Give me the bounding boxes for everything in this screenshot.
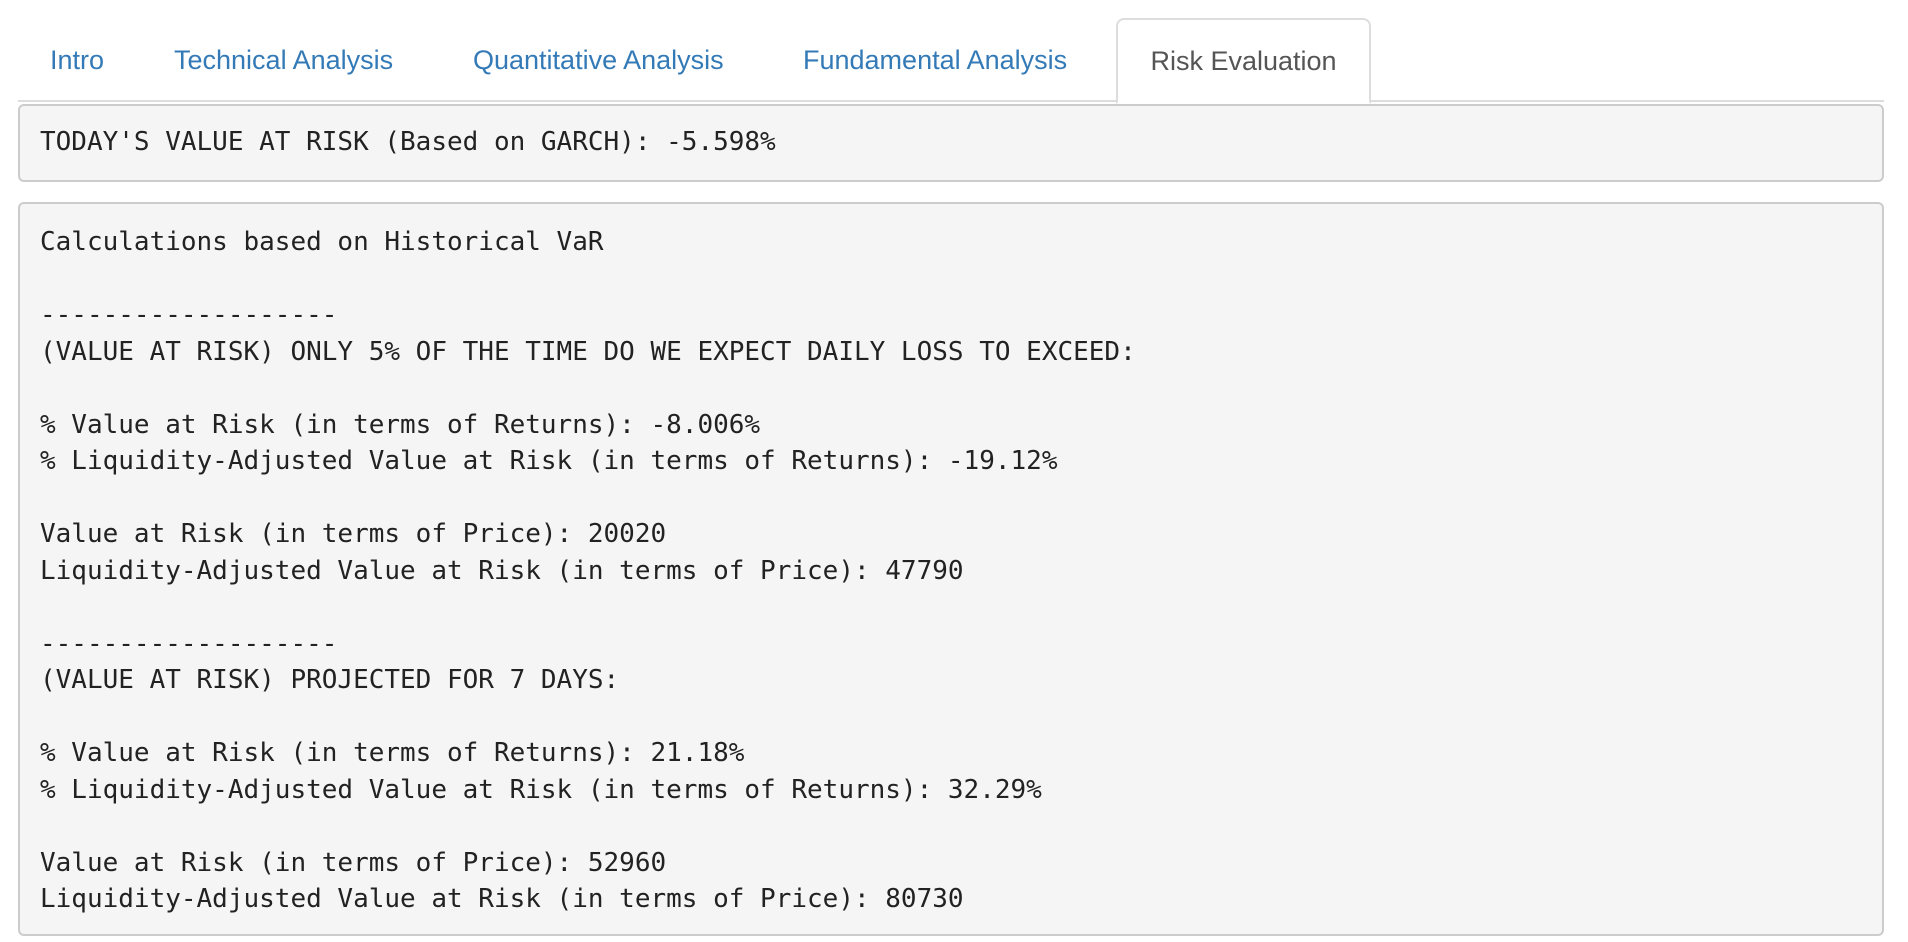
tab-risk-evaluation[interactable]: Risk Evaluation xyxy=(1116,18,1371,104)
page: Intro Technical Analysis Quantitative An… xyxy=(0,0,1908,942)
tab-technical-analysis[interactable]: Technical Analysis xyxy=(174,18,393,102)
tab-quantitative-analysis[interactable]: Quantitative Analysis xyxy=(473,18,724,102)
historical-var-output: Calculations based on Historical VaR ---… xyxy=(18,202,1884,936)
tab-bar: Intro Technical Analysis Quantitative An… xyxy=(18,18,1884,104)
garch-var-output: TODAY'S VALUE AT RISK (Based on GARCH): … xyxy=(18,104,1884,182)
tab-intro[interactable]: Intro xyxy=(50,18,104,102)
tab-fundamental-analysis[interactable]: Fundamental Analysis xyxy=(803,18,1067,102)
